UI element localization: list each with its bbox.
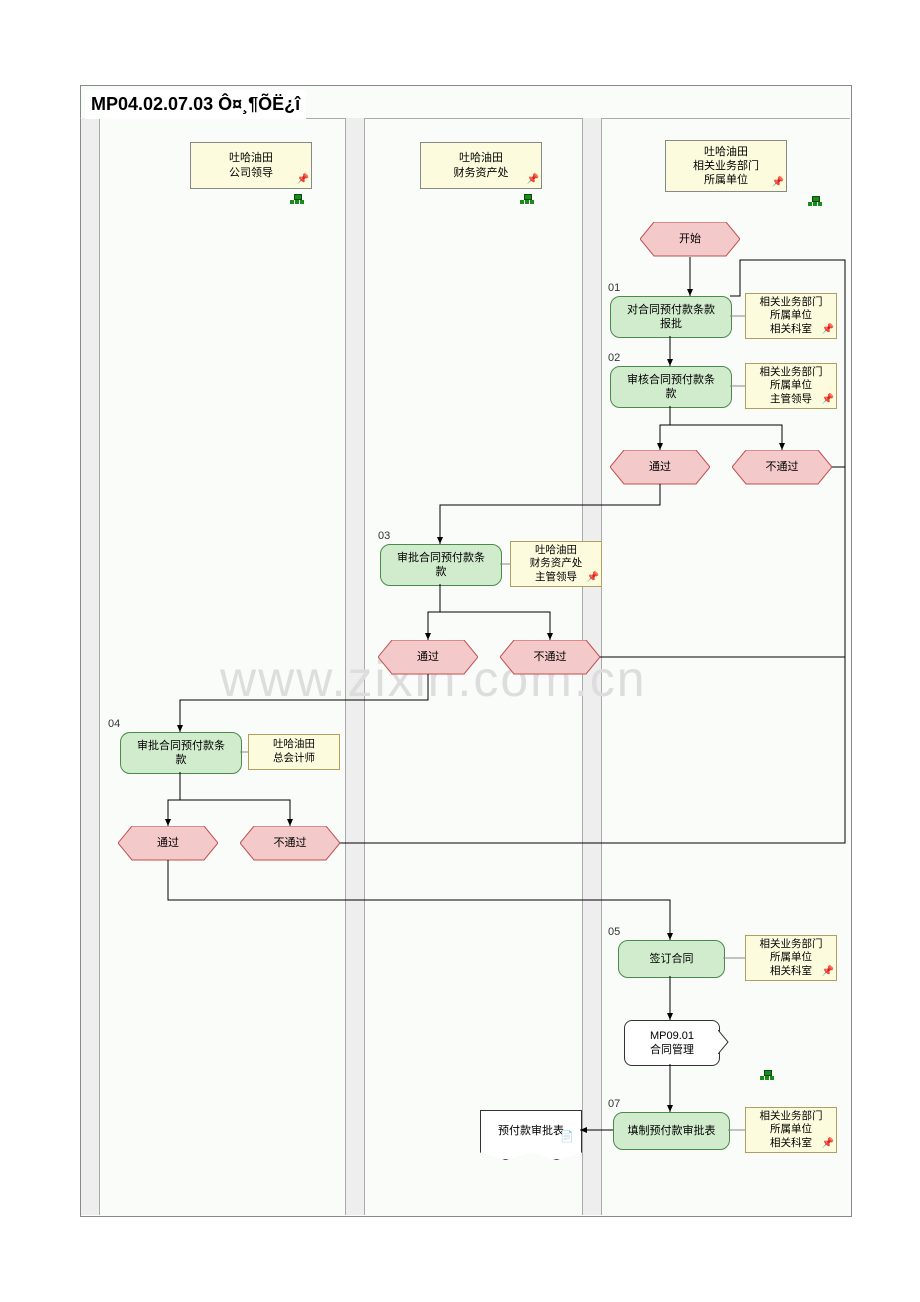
lane-rail-1 (81, 118, 100, 1215)
decision-02-pass-label: 通过 (649, 460, 671, 474)
step-number-05: 05 (608, 926, 620, 938)
step-number-02: 02 (608, 352, 620, 364)
org-icon (808, 196, 822, 206)
note-02-label: 相关业务部门所属单位主管领导 (760, 366, 823, 407)
subprocess-notch (718, 1030, 734, 1054)
decision-04-fail: 不通过 (240, 826, 340, 860)
lane-header-3: 吐哈油田相关业务部门所属单位 📌 (665, 140, 787, 192)
pin-icon: 📌 (587, 571, 599, 584)
note-03-label: 吐哈油田财务资产处主管领导 (530, 544, 583, 585)
lane-header-1: 吐哈油田公司领导 📌 (190, 142, 312, 189)
lane-header-2: 吐哈油田财务资产处 📌 (420, 142, 542, 189)
note-03: 吐哈油田财务资产处主管领导 📌 (510, 541, 602, 587)
org-icon (760, 1070, 774, 1080)
org-icon (520, 194, 534, 204)
process-01-label: 对合同预付款条款报批 (627, 303, 715, 332)
subprocess-06: MP09.01合同管理 (624, 1020, 720, 1066)
document-07-label: 预付款审批表 (498, 1124, 564, 1138)
decision-04-pass-label: 通过 (157, 836, 179, 850)
diagram-canvas: MP04.02.07.03 Ô¤¸¶ÕË¿î 吐哈油田公司领导 📌 吐哈油田财务… (0, 0, 920, 1302)
lane-header-3-label: 吐哈油田相关业务部门所属单位 (693, 145, 759, 188)
pin-icon: 📌 (822, 323, 834, 336)
note-05-label: 相关业务部门所属单位相关科室 (760, 938, 823, 979)
decision-02-fail-label: 不通过 (766, 460, 799, 474)
process-04-label: 审批合同预付款条款 (137, 739, 225, 768)
decision-04-pass: 通过 (118, 826, 218, 860)
subprocess-06-label: MP09.01合同管理 (650, 1029, 694, 1058)
decision-03-pass: 通过 (378, 640, 478, 674)
lane-header-2-label: 吐哈油田财务资产处 (454, 151, 509, 180)
pin-icon: 📌 (772, 176, 784, 189)
pin-icon: 📌 (822, 965, 834, 978)
diagram-title: MP04.02.07.03 Ô¤¸¶ÕË¿î (85, 90, 306, 119)
process-02-label: 审核合同预付款条款 (627, 373, 715, 402)
process-03: 审批合同预付款条款 (380, 544, 502, 586)
note-05: 相关业务部门所属单位相关科室 📌 (745, 935, 837, 981)
decision-03-fail: 不通过 (500, 640, 600, 674)
decision-02-fail: 不通过 (732, 450, 832, 484)
process-04: 审批合同预付款条款 (120, 732, 242, 774)
process-05-label: 签订合同 (650, 952, 694, 966)
note-04: 吐哈油田总会计师 (248, 734, 340, 770)
process-03-label: 审批合同预付款条款 (397, 551, 485, 580)
document-icon: 📄 (560, 1130, 916, 1296)
decision-03-pass-label: 通过 (417, 650, 439, 664)
lane-header-1-label: 吐哈油田公司领导 (229, 151, 273, 180)
process-02: 审核合同预付款条款 (610, 366, 732, 408)
start-node: 开始 (640, 222, 740, 256)
note-01-label: 相关业务部门所属单位相关科室 (760, 296, 823, 337)
org-icon (290, 194, 304, 204)
step-number-03: 03 (378, 530, 390, 542)
pin-icon: 📌 (527, 173, 539, 186)
decision-03-fail-label: 不通过 (534, 650, 567, 664)
pin-icon: 📌 (297, 173, 309, 186)
process-01: 对合同预付款条款报批 (610, 296, 732, 338)
decision-04-fail-label: 不通过 (274, 836, 307, 850)
step-number-04: 04 (108, 718, 120, 730)
pin-icon: 📌 (822, 393, 834, 406)
note-02: 相关业务部门所属单位主管领导 📌 (745, 363, 837, 409)
process-05: 签订合同 (618, 940, 725, 978)
note-04-label: 吐哈油田总会计师 (273, 738, 315, 765)
step-number-07: 07 (608, 1098, 620, 1110)
step-number-01: 01 (608, 282, 620, 294)
note-01: 相关业务部门所属单位相关科室 📌 (745, 293, 837, 339)
start-label: 开始 (679, 232, 701, 246)
decision-02-pass: 通过 (610, 450, 710, 484)
